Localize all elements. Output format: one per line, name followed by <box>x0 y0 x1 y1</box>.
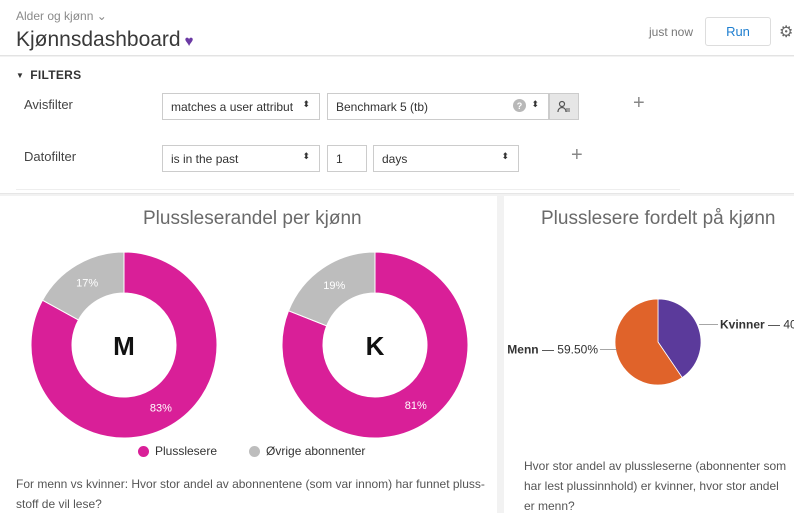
operator-select-dato-value: is in the past <box>171 151 239 166</box>
slice-label: 17% <box>76 278 98 290</box>
filters-heading: FILTERS <box>30 68 82 82</box>
pie-slice-label: Menn — 59.50% <box>507 343 598 357</box>
left-panel-caption: For menn vs kvinner: Hvor stor andel av … <box>16 477 485 511</box>
right-panel-caption: Hvor stor andel av plussleserne (abonnen… <box>524 459 787 513</box>
unit-select[interactable]: days ⬍ <box>373 145 519 172</box>
caret-down-icon: ▼ <box>16 71 25 80</box>
heart-icon[interactable]: ♥ <box>185 33 194 50</box>
filters-toggle[interactable]: ▼ FILTERS <box>16 68 81 82</box>
help-icon[interactable]: ? <box>513 99 526 112</box>
filters-panel: ▼ FILTERS Avisfilter matches a user attri… <box>0 57 794 194</box>
last-run-status: just now <box>649 25 694 39</box>
sort-caret-icon: ⬍ <box>531 99 539 109</box>
slice-label: 83% <box>150 402 172 414</box>
legend-item-ovrige[interactable]: Øvrige abonnenter <box>249 444 365 458</box>
sort-caret-icon: ⬍ <box>302 151 310 161</box>
operator-select-dato[interactable]: is in the past ⬍ <box>162 145 320 172</box>
sort-caret-icon: ⬍ <box>501 151 509 161</box>
user-icon <box>557 100 570 112</box>
sort-caret-icon: ⬍ <box>302 99 310 109</box>
slice-label: 19% <box>323 280 345 292</box>
right-panel: Plusslesere fordelt på kjønn Kvinner — 4… <box>504 196 794 513</box>
operator-select-avis[interactable]: matches a user attribut ⬍ <box>162 93 320 120</box>
pie-slice-label: Kvinner — 40.5 <box>720 317 794 331</box>
divider <box>16 189 680 190</box>
gray-dot-icon <box>249 445 261 457</box>
amount-input-value: 1 <box>336 151 343 166</box>
chart-legend: Plusslesere Øvrige abonnenter <box>138 444 397 458</box>
legend-label: Øvrige abonnenter <box>266 444 366 458</box>
breadcrumb[interactable]: Alder og kjønn ⌄ <box>16 9 107 23</box>
pink-dot-icon <box>138 445 149 457</box>
run-button[interactable]: Run <box>705 17 771 46</box>
filter-label-avis: Avisfilter <box>24 97 73 112</box>
value-select-avis[interactable]: Benchmark 5 (tb) ? ⬍ <box>327 93 549 120</box>
operator-select-avis-value: matches a user attribut <box>171 99 294 114</box>
slice-label: 81% <box>405 400 427 412</box>
value-select-avis-value: Benchmark 5 (tb) <box>336 99 429 114</box>
user-attribute-button[interactable] <box>549 93 579 120</box>
gear-icon[interactable]: ⚙ <box>779 22 793 42</box>
add-filter-icon[interactable]: + <box>571 144 583 167</box>
donut-center-label: K <box>366 331 385 361</box>
donut-center-label: M <box>113 331 135 361</box>
page-title: Kjønnsdashboard ♥ <box>16 28 194 52</box>
pie-chart: Kvinner — 40.5 Menn — 59.50% <box>507 298 794 386</box>
filter-label-dato: Datofilter <box>24 149 77 164</box>
donut-charts: 83% 17% M 81% 19% K <box>30 251 469 439</box>
legend-item-plusslesere[interactable]: Plusslesere <box>138 444 217 458</box>
add-filter-icon[interactable]: + <box>633 92 645 115</box>
top-bar: Alder og kjønn ⌄ Kjønnsdashboard ♥ just n… <box>0 0 794 56</box>
amount-input[interactable]: 1 <box>327 145 367 172</box>
legend-label: Plusslesere <box>155 444 218 458</box>
unit-select-value: days <box>382 151 408 166</box>
left-panel: Plussleserandel per kjønn 83% 17% M 81% 19% K… <box>0 196 497 513</box>
page-title-text: Kjønnsdashboard <box>16 28 181 51</box>
